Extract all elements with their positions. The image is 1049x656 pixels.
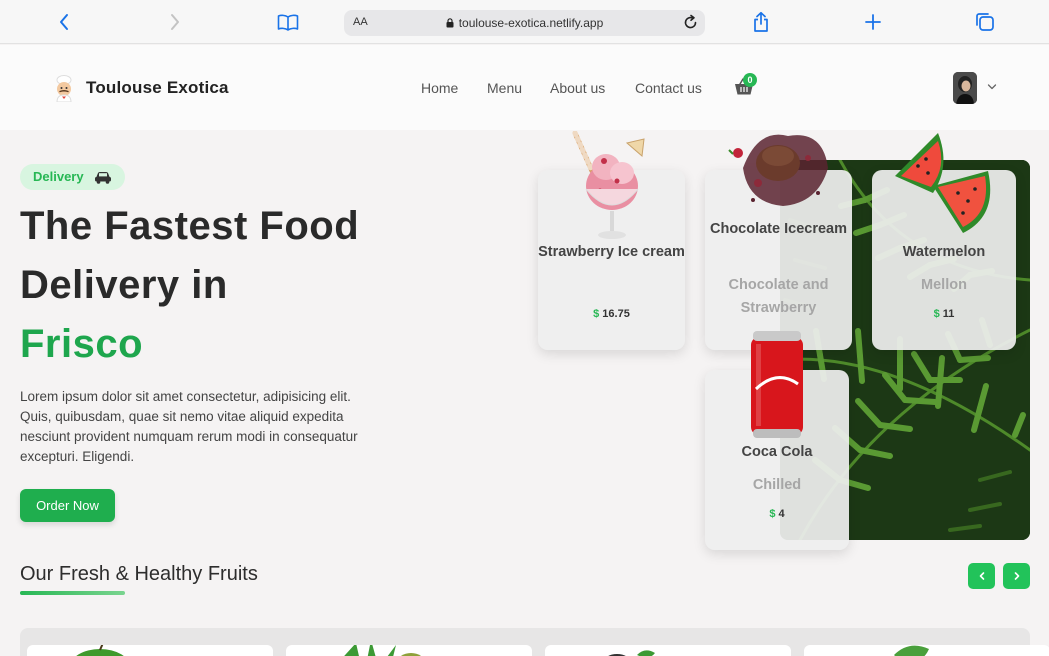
order-now-button[interactable]: Order Now — [20, 489, 115, 522]
fruit-card[interactable] — [545, 645, 791, 656]
currency-symbol: $ — [593, 308, 600, 320]
grapes-image — [894, 645, 929, 656]
delivery-badge: Delivery — [20, 164, 125, 190]
url-display[interactable]: toulouse-exotica.netlify.app — [344, 16, 705, 30]
currency-symbol: $ — [769, 508, 776, 520]
aloe-image — [344, 640, 421, 656]
next-button[interactable] — [1003, 563, 1030, 589]
price-value: 11 — [942, 308, 955, 320]
section-underline — [20, 591, 125, 595]
card-title: Chocolate Icecream — [709, 221, 847, 237]
avatar[interactable] — [953, 72, 977, 104]
chocolate-icecream-image — [728, 134, 828, 206]
fruit-card[interactable] — [27, 642, 273, 656]
price-value: 16.75 — [602, 308, 630, 320]
hero-title-line-2: Delivery in — [20, 263, 228, 307]
ice-cream-sundae-image — [572, 131, 645, 239]
nav-home[interactable]: Home — [421, 80, 458, 96]
address-bar[interactable]: AA toulouse-exotica.netlify.app — [344, 10, 705, 36]
card-price: $4 — [705, 508, 849, 520]
card-title: Coca Cola — [741, 444, 813, 460]
card-description: Chocolate and Strawberry — [728, 277, 829, 316]
card-price: $16.75 — [538, 308, 685, 320]
chef-logo-icon[interactable] — [50, 74, 78, 102]
card-price: $11 — [872, 308, 1016, 320]
nav-about-us[interactable]: About us — [550, 80, 605, 96]
chevron-right-icon — [1014, 572, 1019, 580]
chevron-left-icon — [979, 572, 984, 580]
car-icon — [95, 172, 111, 184]
currency-symbol: $ — [933, 308, 940, 320]
nav-contact-us[interactable]: Contact us — [635, 80, 702, 96]
guava-image — [76, 642, 124, 656]
fruit-card[interactable] — [804, 645, 1049, 656]
price-value: 4 — [778, 508, 785, 520]
delivery-badge-label: Delivery — [33, 169, 84, 184]
chevron-down-icon[interactable] — [987, 83, 997, 91]
hero-title-line-1: The Fastest Food — [20, 204, 360, 248]
watermelon-image — [895, 133, 991, 233]
fruit-card[interactable] — [286, 640, 532, 656]
card-title: Watermelon — [902, 244, 986, 260]
share-icon[interactable] — [749, 10, 773, 34]
previous-button[interactable] — [968, 563, 995, 589]
card-description: Chilled — [752, 477, 802, 493]
lock-icon — [446, 18, 454, 28]
cart-count-badge: 0 — [743, 73, 757, 87]
tabs-icon[interactable] — [973, 10, 997, 34]
card-description: Mellon — [921, 277, 967, 293]
reload-icon[interactable] — [682, 14, 699, 31]
browser-toolbar: AA toulouse-exotica.netlify.app — [0, 0, 1049, 44]
forward-icon[interactable] — [163, 10, 187, 34]
hero-description: Lorem ipsum dolor sit amet consectetur, … — [20, 389, 358, 464]
bookmarks-icon[interactable] — [276, 10, 300, 34]
back-icon[interactable] — [52, 10, 76, 34]
hero-city: Frisco — [20, 322, 144, 366]
brand-name[interactable]: Toulouse Exotica — [86, 78, 229, 98]
section-title: Our Fresh & Healthy Fruits — [20, 563, 258, 585]
card-title: Strawberry Ice cream — [538, 244, 685, 260]
url-text: toulouse-exotica.netlify.app — [458, 16, 604, 30]
new-tab-icon[interactable] — [861, 10, 885, 34]
nav-menu[interactable]: Menu — [487, 80, 522, 96]
berries-image — [608, 650, 655, 656]
site-header: Toulouse Exotica Home Menu About us Cont… — [0, 45, 1049, 130]
coca-cola-can-image — [751, 331, 803, 438]
